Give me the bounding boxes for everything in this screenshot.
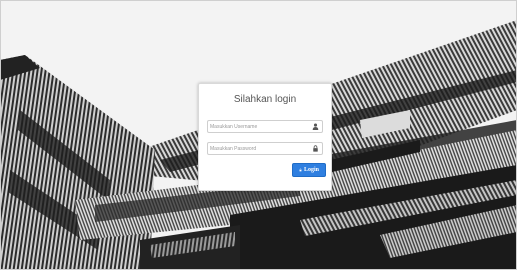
password-input[interactable] bbox=[210, 143, 310, 154]
login-card: Silahkan login Login bbox=[198, 83, 332, 191]
login-title: Silahkan login bbox=[233, 94, 297, 105]
username-input[interactable] bbox=[210, 121, 310, 132]
login-button-label: Login bbox=[303, 167, 319, 173]
login-button[interactable]: Login bbox=[292, 163, 326, 177]
username-field[interactable] bbox=[207, 120, 323, 133]
lock-icon bbox=[299, 168, 302, 172]
password-field[interactable] bbox=[207, 142, 323, 155]
user-icon bbox=[312, 123, 319, 130]
lock-icon bbox=[313, 145, 318, 152]
login-page: Silahkan login Login bbox=[0, 0, 517, 270]
